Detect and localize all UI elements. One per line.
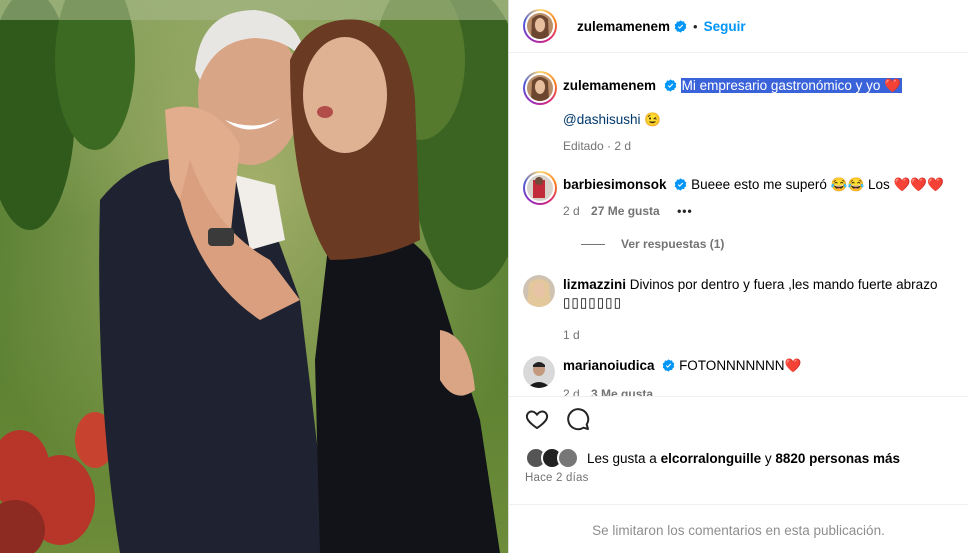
comments-limited-notice: Se limitaron los comentarios en esta pub…: [509, 504, 968, 555]
verified-icon: [674, 19, 687, 33]
verified-icon: [675, 178, 687, 191]
liked-by-user[interactable]: elcorralonguille: [661, 451, 762, 466]
comment-time[interactable]: 2 d: [563, 387, 580, 396]
author-avatar[interactable]: [523, 9, 557, 43]
replies-line: [581, 243, 605, 245]
comment-time[interactable]: 1 d: [563, 328, 580, 342]
post-photo[interactable]: [0, 0, 508, 553]
comment-row: barbiesimonsok Bueee esto me superó 😂😂 L…: [523, 171, 958, 220]
header-separator: •: [693, 18, 698, 34]
liked-by-row[interactable]: Les gusta a elcorralonguille y 8820 pers…: [525, 447, 900, 469]
caption-emoji: 😉: [644, 112, 662, 127]
verified-icon: [664, 79, 677, 92]
liked-by-prefix: Les gusta a: [587, 450, 657, 466]
post-photo-illustration: [0, 0, 508, 553]
post-actions: Les gusta a elcorralonguille y 8820 pers…: [509, 396, 968, 554]
author-username[interactable]: zulemamenem: [577, 19, 670, 34]
comment-text: Bueee esto me superó 😂😂 Los ❤️❤️❤️: [691, 177, 944, 192]
caption-mention[interactable]: @dashisushi: [563, 112, 641, 127]
comment-text: FOTONNNNNNN❤️: [679, 358, 802, 373]
view-replies-button[interactable]: Ver respuestas (1): [581, 237, 724, 251]
caption-avatar[interactable]: [523, 71, 557, 105]
comment-text: Divinos por dentro y fuera ,les mando fu…: [629, 277, 938, 292]
liked-by-joiner: y: [764, 450, 772, 466]
comment-avatar[interactable]: [523, 275, 555, 307]
comment-row: lizmazzini Divinos por dentro y fuera ,l…: [523, 275, 958, 344]
comments-list[interactable]: zulemamenem Mi empresario gastronómico y…: [509, 53, 968, 396]
comment-avatar[interactable]: [523, 356, 555, 388]
post-header: zulemamenem • Seguir: [509, 0, 968, 53]
comment-avatar[interactable]: [523, 171, 557, 205]
liked-by-avatars: [525, 447, 579, 469]
caption-row: zulemamenem Mi empresario gastronómico y…: [523, 71, 958, 155]
liked-by-others[interactable]: 8820 personas más: [775, 451, 900, 466]
comment-row: marianoiudica FOTONNNNNNN❤️ 2 d 3 Me gus…: [523, 356, 958, 396]
comment-likes[interactable]: 27 Me gusta: [591, 204, 660, 218]
view-replies-label: Ver respuestas (1): [621, 237, 725, 251]
comment-likes[interactable]: 3 Me gusta: [591, 387, 653, 396]
comment-username[interactable]: lizmazzini: [563, 277, 626, 292]
comment-more-options[interactable]: •••: [677, 204, 693, 218]
follow-button[interactable]: Seguir: [704, 19, 746, 34]
comment-username[interactable]: marianoiudica: [563, 358, 655, 373]
caption-username[interactable]: zulemamenem: [563, 78, 656, 93]
post-details-panel: zulemamenem • Seguir zulemamenem Mi empr…: [508, 0, 968, 553]
caption-meta: Editado · 2 d: [563, 139, 632, 153]
comment-time[interactable]: 2 d: [563, 204, 580, 218]
comment-username[interactable]: barbiesimonsok: [563, 177, 667, 192]
heart-icon[interactable]: [525, 407, 549, 431]
caption-text: Mi empresario gastronómico y yo ❤️: [680, 78, 902, 93]
verified-icon: [663, 359, 675, 372]
post-timestamp[interactable]: Hace 2 días: [525, 472, 589, 484]
comment-text-cont: ▯▯▯▯▯▯▯: [563, 295, 623, 310]
comment-icon[interactable]: [566, 407, 590, 431]
